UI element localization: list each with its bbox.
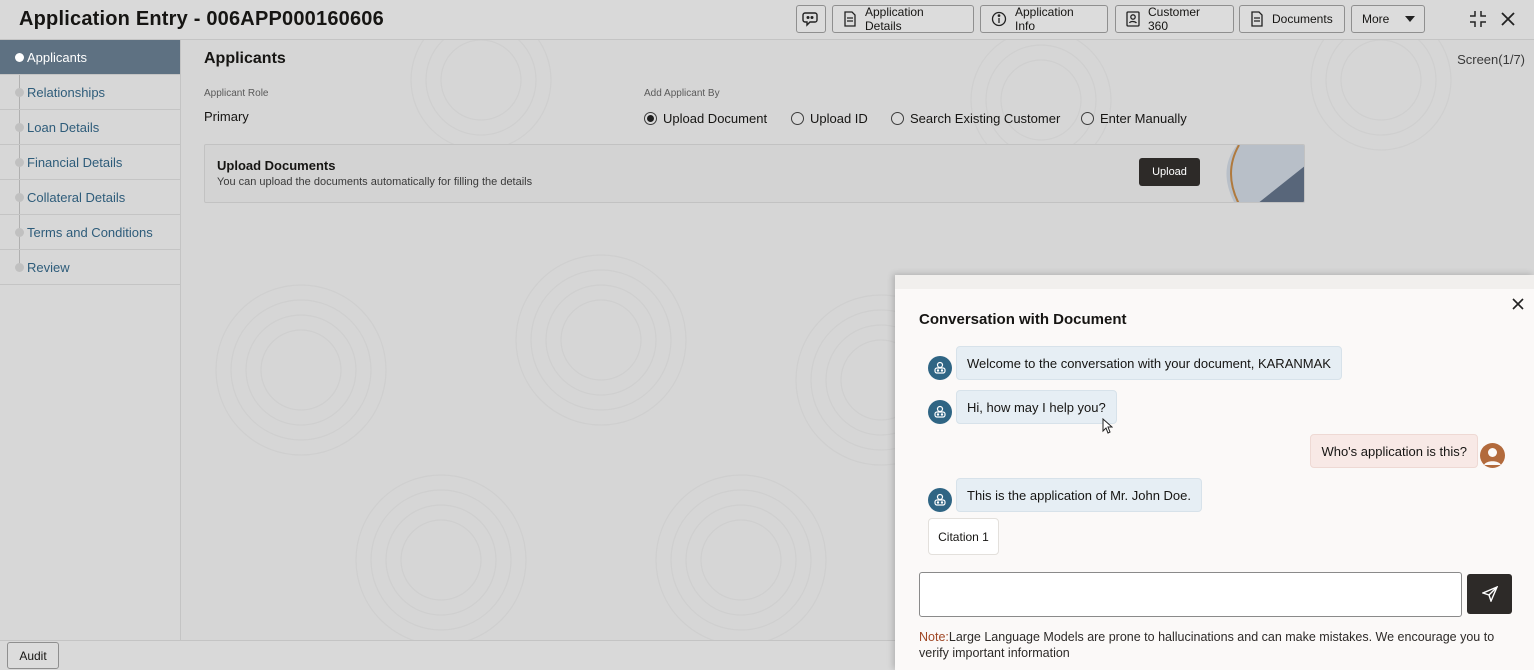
note-label: Note: <box>919 630 949 644</box>
radio-label: Upload Document <box>663 111 768 126</box>
page-title: Applicants <box>204 50 286 67</box>
application-info-label: Application Info <box>1015 5 1074 33</box>
customer-360-label: Customer 360 <box>1148 5 1201 33</box>
bot-icon <box>934 405 946 418</box>
documents-label: Documents <box>1272 12 1333 26</box>
add-applicant-by-label: Add Applicant By <box>644 88 720 99</box>
application-details-button[interactable]: Application Details <box>832 5 974 33</box>
user-avatar <box>1480 443 1505 468</box>
bot-message: This is the application of Mr. John Doe. <box>956 478 1203 512</box>
radio-upload-id[interactable]: Upload ID <box>791 111 868 126</box>
step-dot-icon <box>15 263 24 272</box>
audit-button[interactable]: Audit <box>7 642 59 669</box>
bot-avatar <box>928 356 952 380</box>
mouse-cursor-icon <box>1102 418 1113 434</box>
upload-documents-card: Upload Documents You can upload the docu… <box>204 144 1305 203</box>
sidebar-item-label: Loan Details <box>27 119 100 135</box>
chat-title: Conversation with Document <box>919 311 1127 328</box>
chat-panel-strip <box>895 275 1534 289</box>
user-message: Who's application is this? <box>1310 434 1478 468</box>
document-icon <box>844 11 856 27</box>
bot-icon <box>934 361 946 374</box>
bot-message: Hi, how may I help you? <box>956 390 1117 424</box>
chat-bot-icon <box>802 12 818 27</box>
step-dot-icon <box>15 88 24 97</box>
sidebar-item-label: Applicants <box>27 49 87 65</box>
documents-button[interactable]: Documents <box>1239 5 1345 33</box>
citation-button[interactable]: Citation 1 <box>928 518 999 555</box>
bot-avatar <box>928 400 952 424</box>
radio-label: Search Existing Customer <box>910 111 1061 126</box>
customer-360-button[interactable]: Customer 360 <box>1115 5 1234 33</box>
step-dot-icon <box>15 228 24 237</box>
radio-search-existing-customer[interactable]: Search Existing Customer <box>891 111 1060 126</box>
radio-empty-icon <box>791 112 804 125</box>
more-label: More <box>1362 12 1390 26</box>
upload-card-title: Upload Documents <box>217 158 336 173</box>
page-header-title: Application Entry - 006APP000160606 <box>19 8 384 30</box>
application-info-button[interactable]: Application Info <box>980 5 1108 33</box>
sidebar-item-financial-details[interactable]: Financial Details <box>0 145 180 180</box>
note-text: Large Language Models are prone to hallu… <box>919 630 1495 660</box>
step-dot-icon <box>15 53 24 62</box>
sidebar-item-label: Financial Details <box>27 154 123 170</box>
screen-counter: Screen(1/7) <box>1457 52 1525 67</box>
application-details-label: Application Details <box>865 5 924 33</box>
applicant-role-value: Primary <box>204 109 249 124</box>
close-icon <box>1512 298 1524 310</box>
close-icon <box>1501 12 1515 26</box>
more-menu-button[interactable]: More <box>1351 5 1425 33</box>
caret-down-icon <box>1405 16 1416 22</box>
sidebar-item-relationships[interactable]: Relationships <box>0 75 180 110</box>
sidebar-item-loan-details[interactable]: Loan Details <box>0 110 180 145</box>
user-icon <box>1484 448 1501 465</box>
send-icon <box>1481 586 1498 602</box>
sidebar-item-label: Collateral Details <box>27 189 126 205</box>
radio-selected-icon <box>644 112 657 125</box>
chat-assist-button[interactable] <box>796 5 826 33</box>
radio-upload-document[interactable]: Upload Document <box>644 111 767 126</box>
upload-button[interactable]: Upload <box>1139 158 1200 186</box>
upload-illustration <box>1226 145 1304 202</box>
customer-card-icon <box>1126 11 1140 27</box>
radio-label: Enter Manually <box>1100 111 1187 126</box>
step-navigation-sidebar: Applicants Relationships Loan Details Fi… <box>0 40 181 640</box>
step-dot-icon <box>15 123 24 132</box>
step-dot-icon <box>15 193 24 202</box>
sidebar-item-terms-and-conditions[interactable]: Terms and Conditions <box>0 215 180 250</box>
send-message-button[interactable] <box>1467 574 1512 614</box>
chat-close-button[interactable] <box>1509 295 1527 313</box>
info-icon <box>991 11 1007 27</box>
radio-empty-icon <box>1081 112 1094 125</box>
sidebar-item-label: Relationships <box>27 84 106 100</box>
close-window-button[interactable] <box>1498 9 1518 29</box>
minimize-window-button[interactable] <box>1468 9 1488 29</box>
app-header: Application Entry - 006APP000160606 Appl… <box>0 0 1534 40</box>
sidebar-item-review[interactable]: Review <box>0 250 180 285</box>
bot-icon <box>934 493 946 506</box>
bot-message: Welcome to the conversation with your do… <box>956 346 1342 380</box>
sidebar-item-label: Review <box>27 259 70 275</box>
radio-label: Upload ID <box>810 111 868 126</box>
bot-avatar <box>928 488 952 512</box>
llm-disclaimer-note: Note:Large Language Models are prone to … <box>919 629 1509 661</box>
collapse-icon <box>1470 11 1486 27</box>
chat-message-input[interactable] <box>919 572 1462 617</box>
radio-empty-icon <box>891 112 904 125</box>
radio-enter-manually[interactable]: Enter Manually <box>1081 111 1187 126</box>
sidebar-item-applicants[interactable]: Applicants <box>0 40 180 75</box>
step-dot-icon <box>15 158 24 167</box>
sidebar-item-collateral-details[interactable]: Collateral Details <box>0 180 180 215</box>
sidebar-item-label: Terms and Conditions <box>27 224 153 240</box>
document-chat-panel: Conversation with Document Welcome to th… <box>895 275 1534 670</box>
documents-icon <box>1251 11 1263 27</box>
upload-card-description: You can upload the documents automatical… <box>217 176 533 188</box>
applicant-role-label: Applicant Role <box>204 88 269 99</box>
